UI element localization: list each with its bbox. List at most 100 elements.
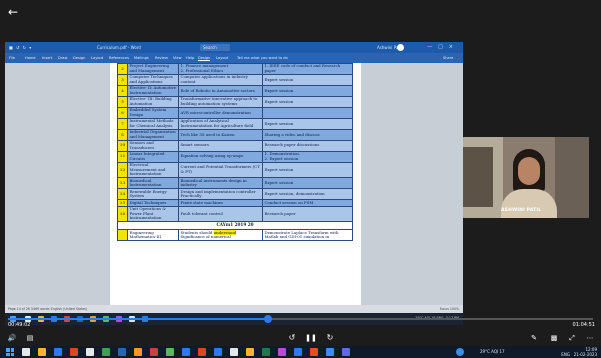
system-clock[interactable]: ENG 12:09 21-02-2023 [561, 347, 597, 357]
zoom-level[interactable]: Focus 100% [440, 307, 459, 311]
meeting-recording-viewer: ← ■ ↺ ↻ ▾ Curriculum.pdf - Word Search A… [0, 0, 601, 358]
search-box[interactable]: Search [200, 44, 230, 51]
ribbon-tab[interactable]: Draw [58, 56, 67, 60]
picture-in-picture-icon[interactable]: ▩ [548, 332, 560, 344]
search-icon[interactable] [22, 348, 30, 356]
elapsed-time: 00:49:02 [8, 322, 31, 328]
participant-name: ASHWINI PATIL [501, 208, 542, 213]
topic-cell: Biomedical instruments design in industr… [178, 177, 263, 190]
language-indicator[interactable]: ENG [561, 352, 570, 357]
subject-cell: Renewable Energy System [127, 188, 179, 201]
ribbon-tab[interactable]: Layout [91, 56, 103, 60]
quick-access-toolbar[interactable]: ■ ↺ ↻ ▾ [9, 45, 32, 50]
activity-cell: 1. IEEE code of conduct and Research pap… [262, 63, 353, 75]
table-row: Engineering Mathematics-III Students shou… [117, 229, 353, 242]
table-row: 12 Electrical Measurement and Instrumenta… [117, 161, 353, 179]
subject-cell: Embedded System Design [127, 106, 179, 119]
table-row: 14 Renewable Energy System Design and impl… [117, 188, 353, 201]
app-icon[interactable] [262, 348, 270, 356]
edit-icon[interactable]: ✎ [528, 332, 540, 344]
shared-screen: ■ ↺ ↻ ▾ Curriculum.pdf - Word Search Ash… [5, 42, 463, 325]
activity-cell: Expert session [262, 117, 353, 130]
table-section-row: CAYm1 2019 20 [117, 221, 353, 231]
topic-cell: Application of Analytical Instrumentatio… [178, 117, 263, 130]
document-title: Curriculum.pdf - Word [97, 45, 141, 50]
playback-controls: 🔊 ▤ ↺ ❚❚ ↻ ✎ ▩ ⤢ ⋯ [0, 332, 601, 344]
status-text: Page 14 of 26 5469 words English (United… [8, 307, 88, 311]
participant-face [518, 157, 540, 185]
app-icon[interactable] [342, 348, 350, 356]
app-icon[interactable] [326, 348, 334, 356]
word-icon[interactable] [118, 348, 126, 356]
start-icon[interactable] [6, 348, 14, 356]
row-number: 11 [117, 150, 128, 163]
more-options-icon[interactable]: ⋯ [584, 332, 596, 344]
fullscreen-icon[interactable]: ⤢ [566, 332, 578, 344]
rewind-icon[interactable]: ↺ [286, 332, 298, 344]
video-background [463, 147, 493, 207]
topic-cell: Current and Potential Transformers (CT &… [178, 161, 263, 179]
subject-cell: Computer Techniques and Applications [127, 73, 179, 86]
weather-widget[interactable]: 29°C AQI 17 [480, 349, 505, 354]
table-row: 16 Unit Operations & Power Plant Instrume… [117, 205, 353, 223]
ribbon-tab[interactable]: Layout [216, 56, 228, 60]
captions-icon[interactable]: ▤ [24, 332, 36, 344]
app-icon[interactable] [278, 348, 286, 356]
subject-cell: Linear Integrated Circuits [127, 150, 179, 163]
row-number: 5 [117, 95, 128, 108]
share-button[interactable]: Share [443, 56, 453, 60]
curriculum-table: 2 Project Engineering and Management 1. Fi… [117, 63, 353, 242]
window-controls[interactable]: —□× [427, 44, 459, 50]
ribbon-tab[interactable]: Design [198, 56, 211, 61]
ribbon-tab[interactable]: Help [186, 56, 194, 60]
app-icon[interactable] [102, 348, 110, 356]
ribbon-tab[interactable]: Mailings [134, 56, 149, 60]
app-icon[interactable] [214, 348, 222, 356]
topic-cell: Tech like 5S used in Kaizen [178, 128, 263, 141]
ribbon-tab[interactable]: Insert [42, 56, 52, 60]
ribbon-tab[interactable]: Design [73, 56, 85, 60]
ribbon-tab[interactable]: References [109, 56, 129, 60]
subject-cell: Industrial Organization and Management [127, 128, 179, 141]
meet-icon[interactable] [456, 348, 464, 356]
subject-cell: Engineering Mathematics-III [127, 229, 179, 242]
ribbon-tab[interactable]: View [173, 56, 182, 60]
back-arrow-icon[interactable]: ← [8, 5, 22, 19]
avatar[interactable] [397, 44, 404, 51]
table-row: 6 Embedded System Design AVR microcontroll… [117, 106, 353, 119]
pause-icon[interactable]: ❚❚ [305, 332, 317, 344]
table-row: 4 Elective- II: Automotive Instrumentatio… [117, 84, 353, 97]
row-number [117, 229, 128, 242]
tell-me-box[interactable]: Tell me what you want to do [237, 56, 288, 60]
activity-cell [262, 106, 353, 119]
app-icon[interactable] [246, 348, 254, 356]
app-icon[interactable] [134, 348, 142, 356]
app-icon[interactable] [230, 348, 238, 356]
playback-progress-bar[interactable] [0, 315, 601, 323]
volume-icon[interactable]: 🔊 [6, 332, 18, 344]
participant-body [501, 189, 557, 218]
app-icon[interactable] [150, 348, 158, 356]
ribbon-tab[interactable]: File [9, 56, 15, 60]
clock-date: 21-02-2023 [573, 352, 597, 357]
row-number: 2 [117, 63, 128, 75]
chrome-icon[interactable] [198, 348, 206, 356]
topic-cell: Fault tolerant control [178, 205, 263, 223]
row-number: 12 [117, 161, 128, 179]
app-icon[interactable] [182, 348, 190, 356]
ribbon-tab[interactable]: Review [155, 56, 168, 60]
edge-icon[interactable] [54, 348, 62, 356]
forward-icon[interactable]: ↻ [324, 332, 336, 344]
ribbon-tab[interactable]: Home [25, 56, 36, 60]
app-icon[interactable] [86, 348, 94, 356]
section-heading: CAYm1 2019 20 [117, 221, 353, 231]
app-icon[interactable] [294, 348, 302, 356]
progress-fill [8, 318, 269, 320]
subject-cell: Elective- II: Automotive Instrumentation [127, 84, 179, 97]
app-icon[interactable] [310, 348, 318, 356]
app-icon[interactable] [70, 348, 78, 356]
activity-cell: Expert session [262, 177, 353, 190]
app-icon[interactable] [166, 348, 174, 356]
folder-icon[interactable] [38, 348, 46, 356]
subject-cell: Biomedical Instrumentation [127, 177, 179, 190]
